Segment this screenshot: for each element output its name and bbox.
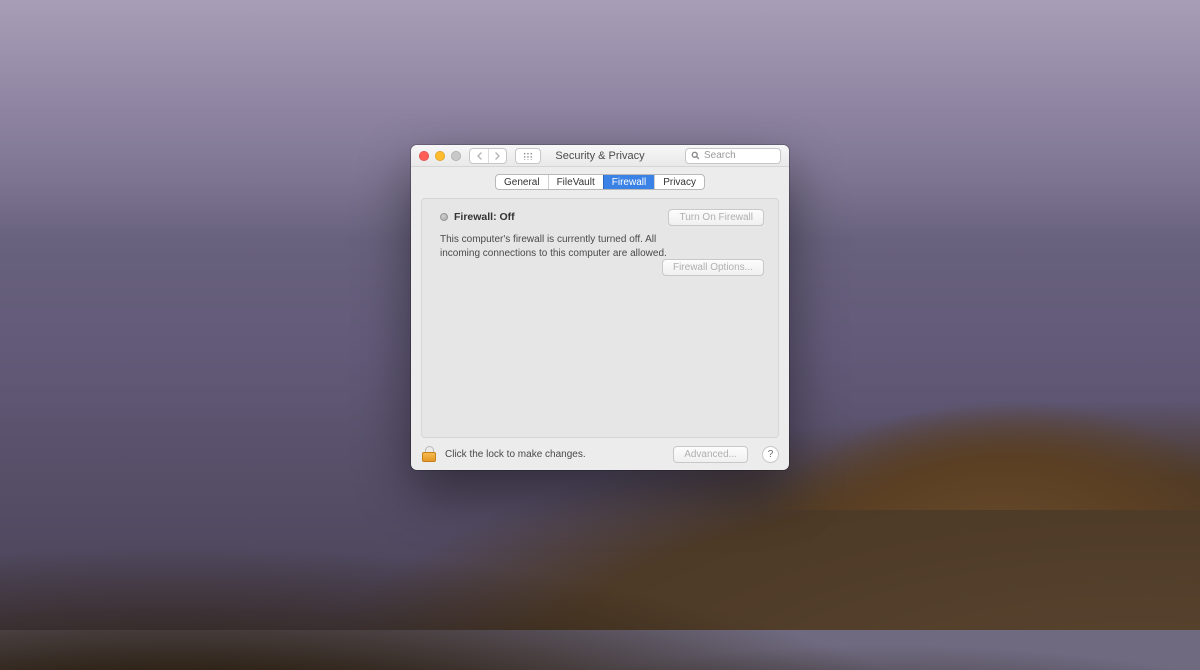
window-titlebar[interactable]: Security & Privacy Search [411, 145, 789, 167]
firewall-pane: Firewall: Off Turn On Firewall This comp… [421, 198, 779, 438]
lock-hint-text: Click the lock to make changes. [445, 449, 586, 460]
search-icon [691, 151, 700, 160]
tabs-row: General FileVault Firewall Privacy [411, 167, 789, 190]
search-field[interactable]: Search [685, 148, 781, 164]
toolbar-nav-group [469, 148, 541, 164]
turn-on-firewall-button[interactable]: Turn On Firewall [668, 209, 764, 226]
search-placeholder: Search [704, 150, 736, 161]
zoom-window-button[interactable] [451, 151, 461, 161]
firewall-options-button[interactable]: Firewall Options... [662, 259, 764, 276]
tab-firewall[interactable]: Firewall [603, 175, 654, 189]
tab-general[interactable]: General [496, 175, 548, 189]
back-forward-segment [469, 148, 507, 164]
security-privacy-window: Security & Privacy Search General FileVa… [411, 145, 789, 470]
firewall-description: This computer's firewall is currently tu… [440, 233, 690, 260]
back-button[interactable] [470, 149, 488, 163]
firewall-status-label: Firewall: Off [454, 211, 515, 223]
status-indicator-icon [440, 213, 448, 221]
lock-body-icon [422, 452, 436, 462]
window-footer: Click the lock to make changes. Advanced… [411, 438, 789, 470]
minimize-window-button[interactable] [435, 151, 445, 161]
traffic-lights [419, 151, 461, 161]
close-window-button[interactable] [419, 151, 429, 161]
advanced-button[interactable]: Advanced... [673, 446, 748, 463]
chevron-left-icon [476, 152, 483, 160]
chevron-right-icon [494, 152, 501, 160]
tab-filevault[interactable]: FileVault [548, 175, 603, 189]
tab-privacy[interactable]: Privacy [654, 175, 704, 189]
forward-button[interactable] [488, 149, 506, 163]
show-all-prefs-button[interactable] [515, 148, 541, 164]
lock-button[interactable] [421, 446, 437, 462]
help-button[interactable]: ? [762, 446, 779, 463]
tab-bar: General FileVault Firewall Privacy [495, 174, 705, 190]
grid-icon [523, 152, 533, 160]
